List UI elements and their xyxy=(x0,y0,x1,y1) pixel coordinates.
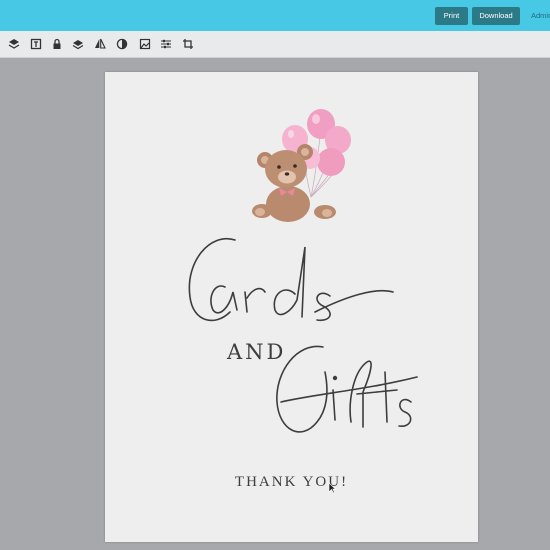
download-button[interactable]: Download xyxy=(472,7,520,25)
crop-icon[interactable] xyxy=(182,38,194,50)
and-connector: AND xyxy=(227,340,287,364)
flip-icon[interactable] xyxy=(94,38,106,50)
text-icon[interactable] xyxy=(30,38,42,50)
fill-icon[interactable] xyxy=(116,38,128,50)
cards-script-title xyxy=(188,237,394,322)
print-button[interactable]: Print xyxy=(435,7,468,25)
mouse-cursor-icon xyxy=(328,482,336,494)
layers-icon[interactable] xyxy=(8,38,20,50)
image-icon[interactable] xyxy=(139,38,151,50)
lock-icon[interactable] xyxy=(51,38,63,50)
gifts-script-title xyxy=(276,345,418,433)
thank-you-text: THANK YOU! xyxy=(234,474,349,490)
top-bar: Print Download Admin xyxy=(0,0,550,31)
adjust-icon[interactable] xyxy=(160,38,172,50)
page-artwork xyxy=(188,109,418,433)
document-page[interactable]: AND THANK YOU! xyxy=(105,72,478,542)
stack-icon[interactable] xyxy=(72,38,84,50)
admin-link[interactable]: Admin xyxy=(531,11,550,20)
editor-toolbar xyxy=(0,31,550,58)
